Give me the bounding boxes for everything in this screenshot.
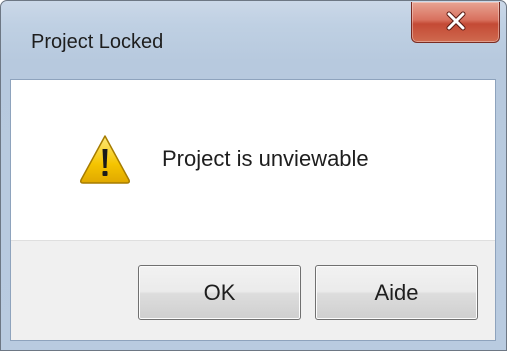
- help-button[interactable]: Aide: [315, 265, 478, 320]
- close-button[interactable]: [411, 2, 500, 43]
- button-bar: OK Aide: [11, 240, 495, 340]
- dialog-content: Project is unviewable OK Aide: [10, 79, 496, 341]
- close-icon: [446, 11, 466, 31]
- message-text: Project is unviewable: [162, 146, 369, 171]
- message-area: Project is unviewable: [11, 80, 495, 240]
- dialog-window: Project Locked Project is unviewable OK …: [0, 0, 507, 351]
- ok-button[interactable]: OK: [138, 265, 301, 320]
- dialog-title: Project Locked: [31, 31, 164, 53]
- warning-icon: [80, 135, 130, 184]
- title-bar[interactable]: Project Locked: [1, 1, 506, 71]
